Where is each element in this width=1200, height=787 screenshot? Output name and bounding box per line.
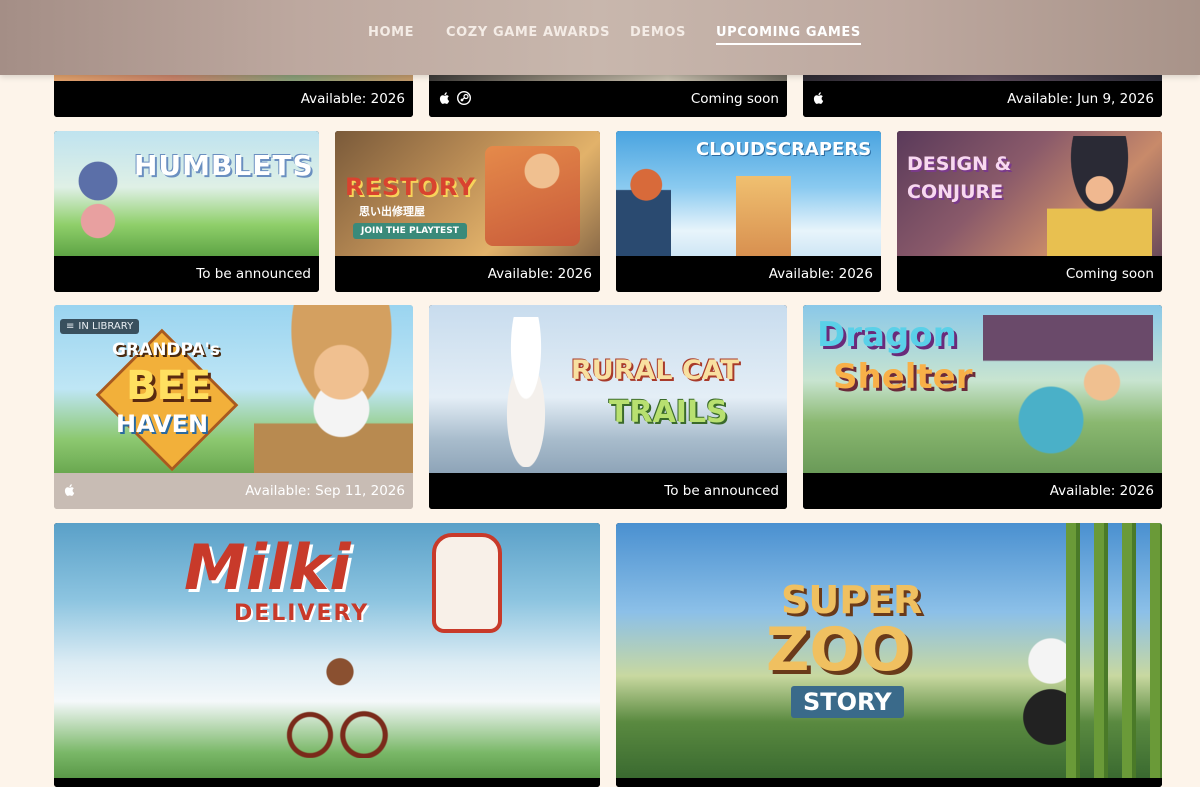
game-logo-line2: CONJURE [907, 181, 1004, 203]
availability-text: To be announced [664, 483, 779, 499]
game-logo-line1: Milki [184, 531, 351, 604]
game-logo-line3: HAVEN [116, 410, 209, 438]
game-card-dragon-shelter[interactable]: Dragon Shelter Available: 2026 [803, 305, 1162, 509]
game-card-design-conjure[interactable]: DESIGN & CONJURE Coming soon [897, 131, 1162, 292]
nav-upcoming-games[interactable]: UPCOMING GAMES [716, 25, 861, 45]
availability-bar: Available: 2026 [54, 81, 413, 117]
availability-bar: Coming soon [897, 256, 1162, 292]
availability-text: To be announced [196, 266, 311, 282]
game-card-bee-haven[interactable]: ≡ IN LIBRARY GRANDPA's BEE HAVEN Availab… [54, 305, 413, 509]
game-card-super-zoo-story[interactable]: SUPER ZOO STORY [616, 523, 1162, 787]
availability-text: Available: 2026 [487, 266, 592, 282]
badge-label: IN LIBRARY [78, 321, 134, 332]
game-capsule-art: SUPER ZOO STORY [616, 523, 1162, 778]
game-logo-line2: TRAILS [609, 395, 728, 430]
game-logo-line3: STORY [791, 686, 904, 718]
availability-bar: Available: 2026 [803, 473, 1162, 509]
apple-icon [64, 484, 75, 496]
nav-cozy-game-awards[interactable]: COZY GAME AWARDS [446, 25, 610, 43]
availability-bar: Available: 2026 [616, 256, 881, 292]
game-card-humblets[interactable]: HUMBLETS To be announced [54, 131, 319, 292]
nav-demos[interactable]: DEMOS [630, 25, 686, 43]
game-logo-line2: Shelter [833, 357, 973, 397]
game-logo-line2: ZOO [766, 615, 912, 685]
game-logo-line1: DESIGN & [907, 153, 1012, 175]
apple-icon [439, 92, 450, 104]
game-logo-line1: RURAL CAT [571, 355, 740, 386]
availability-bar: Available: Sep 11, 2026 [54, 473, 413, 509]
game-capsule-art: Dragon Shelter [803, 305, 1162, 473]
game-logo-line2: DELIVERY [234, 601, 370, 626]
game-capsule-art: CLOUDSCRAPERS [616, 131, 881, 256]
availability-bar [54, 778, 600, 787]
availability-text: Available: Sep 11, 2026 [245, 483, 405, 499]
game-capsule-art: HUMBLETS [54, 131, 319, 256]
game-card-milki-delivery[interactable]: Milki DELIVERY [54, 523, 600, 787]
availability-text: Available: 2026 [1049, 483, 1154, 499]
game-logo: CLOUDSCRAPERS [696, 139, 872, 160]
milk-bottle-logo [432, 533, 502, 633]
game-card-rural-cat-trails[interactable]: RURAL CAT TRAILS To be announced [429, 305, 787, 509]
availability-text: Available: 2026 [768, 266, 873, 282]
bicycle-character-art [274, 643, 394, 758]
game-capsule-art: RESTORY 思い出修理屋 JOIN THE PLAYTEST [335, 131, 600, 256]
availability-bar: Available: Jun 9, 2026 [803, 81, 1162, 117]
list-icon: ≡ [66, 321, 75, 332]
steam-icon [457, 91, 471, 105]
game-logo: HUMBLETS [134, 149, 314, 182]
nav-home[interactable]: HOME [368, 25, 414, 43]
game-capsule-art: ≡ IN LIBRARY GRANDPA's BEE HAVEN [54, 305, 413, 473]
game-logo-line1: GRANDPA's [112, 340, 220, 360]
bamboo-art [1066, 523, 1162, 778]
character-art [68, 151, 128, 251]
game-subtitle: 思い出修理屋 [359, 205, 425, 218]
platform-icons [438, 91, 471, 105]
availability-text: Coming soon [1065, 266, 1154, 282]
game-capsule-art: DESIGN & CONJURE [897, 131, 1162, 256]
cat-character-art [491, 317, 561, 467]
game-card-cloudscrapers[interactable]: CLOUDSCRAPERS Available: 2026 [616, 131, 881, 292]
availability-bar [616, 778, 1162, 787]
availability-bar: Coming soon [429, 81, 787, 117]
dragon-character-art [983, 315, 1153, 465]
platform-icons [63, 483, 77, 497]
game-logo-line2: BEE [126, 363, 212, 409]
join-playtest-label: JOIN THE PLAYTEST [353, 223, 467, 239]
character-art [1047, 136, 1152, 256]
game-capsule-art: RURAL CAT TRAILS [429, 305, 787, 473]
game-logo-line1: Dragon [817, 315, 957, 355]
availability-bar: To be announced [429, 473, 787, 509]
availability-text: Available: 2026 [300, 91, 405, 107]
apple-icon [813, 92, 824, 104]
availability-bar: Available: 2026 [335, 256, 600, 292]
availability-text: Coming soon [690, 91, 779, 107]
game-capsule-art: Milki DELIVERY [54, 523, 600, 778]
availability-text: Available: Jun 9, 2026 [1007, 91, 1154, 107]
grandpa-character-art [254, 305, 413, 473]
in-library-badge: ≡ IN LIBRARY [60, 319, 140, 334]
character-art [616, 161, 671, 256]
game-logo: RESTORY [345, 173, 476, 201]
platform-icons [812, 91, 826, 105]
game-card-restory[interactable]: RESTORY 思い出修理屋 JOIN THE PLAYTEST Availab… [335, 131, 600, 292]
character-art [485, 146, 580, 246]
availability-bar: To be announced [54, 256, 319, 292]
tower-art [736, 176, 791, 256]
top-navigation: HOME COZY GAME AWARDS DEMOS UPCOMING GAM… [0, 0, 1200, 75]
